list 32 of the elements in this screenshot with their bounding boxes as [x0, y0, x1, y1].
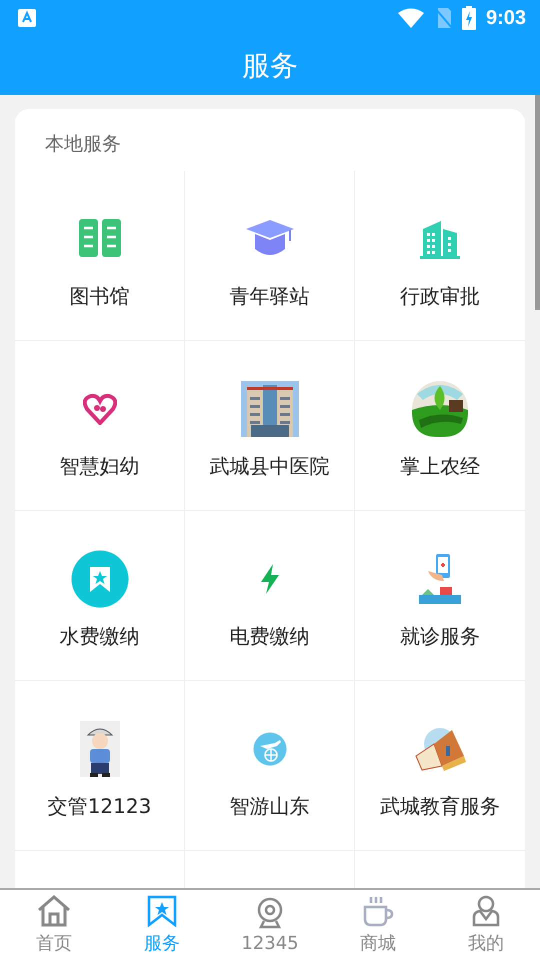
bookmark-star-icon [147, 895, 177, 927]
service-tile[interactable]: 行政审批 [355, 171, 525, 341]
service-tile[interactable]: 电费缴纳 [185, 511, 355, 681]
service-tile[interactable]: 智游山东 [185, 681, 355, 851]
app-icon [18, 9, 36, 27]
tab-bar-item[interactable]: 首页 [0, 890, 108, 960]
page-title: 服务 [242, 48, 298, 84]
heart-icon [82, 393, 116, 425]
buildings-icon [419, 219, 461, 259]
tab-bar-item[interactable]: 12345 [216, 890, 324, 960]
service-tile[interactable]: 武城县中医院 [185, 341, 355, 511]
service-tile[interactable]: 交管12123 [15, 681, 185, 851]
service-tile[interactable]: 掌上农经 [355, 341, 525, 511]
service-tile[interactable]: 武城教育服务 [355, 681, 525, 851]
lightning-icon [258, 563, 280, 595]
service-tile[interactable]: 水费缴纳 [15, 511, 185, 681]
service-tile[interactable]: 图书馆 [15, 171, 185, 341]
tab-bar-item[interactable]: 我的 [432, 890, 540, 960]
coffee-cup-icon [362, 895, 394, 927]
tab-bar-item[interactable]: 商城 [324, 890, 432, 960]
status-time: 9:03 [486, 6, 526, 30]
battery-charging-icon [462, 6, 476, 30]
wifi-icon [398, 8, 424, 28]
service-tile[interactable]: 青年驿站 [185, 171, 355, 341]
home-icon [37, 895, 71, 927]
webcam-icon [256, 896, 284, 928]
service-tile[interactable]: 智慧妇幼 [15, 341, 185, 511]
plane-globe-icon [252, 732, 286, 766]
section-title: 本地服务 [44, 132, 122, 157]
service-tile[interactable]: 就诊服务 [355, 511, 525, 681]
book-icon [78, 218, 122, 260]
person-icon [472, 895, 500, 927]
